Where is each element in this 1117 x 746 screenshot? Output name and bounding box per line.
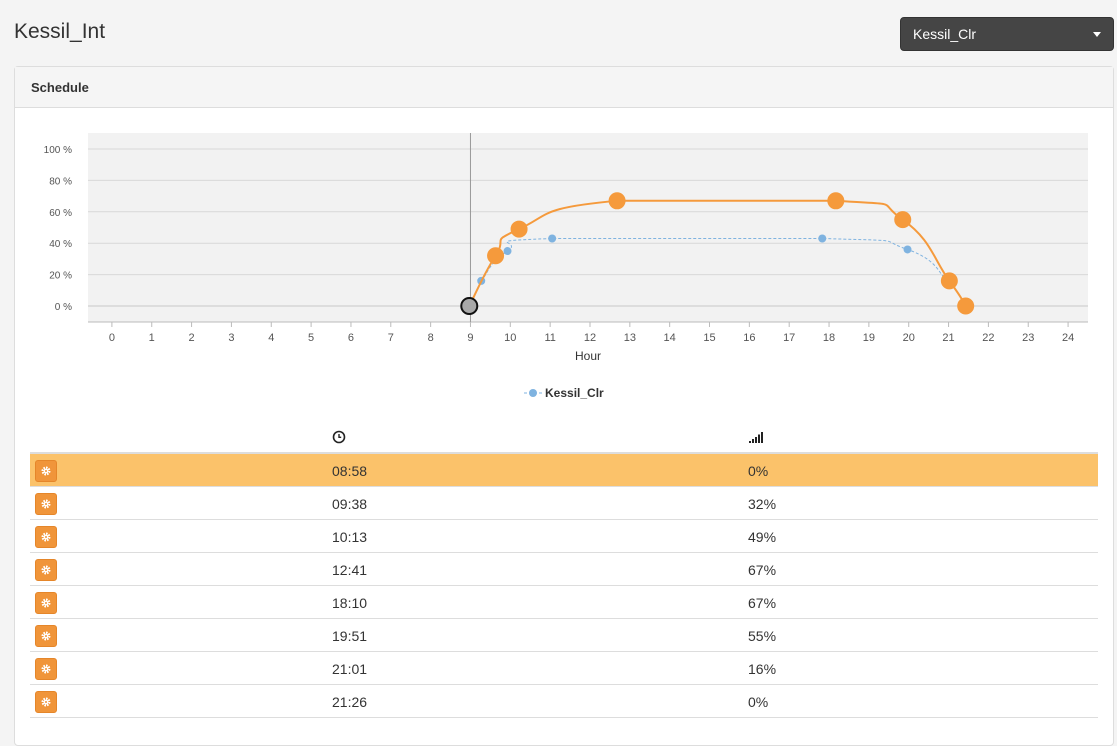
- row-time: 08:58: [332, 463, 368, 479]
- row-settings-button[interactable]: [35, 493, 57, 515]
- row-level: 0%: [748, 463, 769, 479]
- schedule-point[interactable]: [487, 247, 505, 265]
- x-tick-label: 20: [903, 332, 915, 344]
- schedule-point[interactable]: [940, 272, 958, 290]
- x-tick-label: 22: [982, 332, 994, 344]
- row-time: 09:38: [332, 496, 368, 512]
- y-tick-label: 40 %: [49, 239, 72, 250]
- row-time: 21:26: [332, 694, 368, 710]
- table-row[interactable]: 10:13 49%: [30, 520, 1098, 553]
- table-row[interactable]: 21:26 0%: [30, 685, 1098, 718]
- x-tick-label: 0: [109, 332, 115, 344]
- x-tick-label: 8: [428, 332, 434, 344]
- x-tick-label: 2: [189, 332, 195, 344]
- row-level: 16%: [748, 661, 777, 677]
- x-tick-label: 5: [308, 332, 314, 344]
- schedule-table: 08:58 0% 09:38 32% 10:13 49% 12:41 67% 18:10 67% 1…: [30, 420, 1098, 718]
- legend-marker: [529, 389, 537, 397]
- x-tick-label: 16: [743, 332, 755, 344]
- y-tick-label: 0 %: [55, 302, 72, 313]
- table-header: [30, 420, 1098, 454]
- x-tick-label: 15: [703, 332, 715, 344]
- x-tick-label: 19: [863, 332, 875, 344]
- y-tick-label: 60 %: [49, 208, 72, 219]
- gear-icon: [40, 597, 52, 609]
- x-tick-label: 13: [624, 332, 636, 344]
- x-tick-label: 18: [823, 332, 835, 344]
- schedule-point[interactable]: [510, 220, 528, 238]
- gear-icon: [40, 531, 52, 543]
- table-row[interactable]: 21:01 16%: [30, 652, 1098, 685]
- x-tick-label: 3: [228, 332, 234, 344]
- x-tick-label: 4: [268, 332, 274, 344]
- row-time: 19:51: [332, 628, 368, 644]
- x-tick-label: 23: [1022, 332, 1034, 344]
- row-settings-button[interactable]: [35, 460, 57, 482]
- clock-icon: [332, 430, 346, 444]
- data-point-kessil-clr: [818, 234, 827, 243]
- row-time: 10:13: [332, 529, 368, 545]
- schedule-point[interactable]: [827, 192, 845, 210]
- table-row[interactable]: 18:10 67%: [30, 586, 1098, 619]
- x-tick-label: 1: [149, 332, 155, 344]
- gear-icon: [40, 696, 52, 708]
- y-tick-label: 80 %: [49, 176, 72, 187]
- x-tick-label: 7: [388, 332, 394, 344]
- schedule-point[interactable]: [957, 297, 975, 315]
- row-time: 12:41: [332, 562, 368, 578]
- y-tick-label: 20 %: [49, 271, 72, 282]
- row-settings-button[interactable]: [35, 559, 57, 581]
- data-point-kessil-clr: [548, 234, 557, 243]
- row-time: 18:10: [332, 595, 368, 611]
- table-body: 08:58 0% 09:38 32% 10:13 49% 12:41 67% 18:10 67% 1…: [30, 454, 1098, 718]
- gear-icon: [40, 564, 52, 576]
- data-point-kessil-clr: [503, 247, 512, 256]
- row-level: 49%: [748, 529, 777, 545]
- row-settings-button[interactable]: [35, 592, 57, 614]
- x-tick-label: 10: [504, 332, 516, 344]
- row-time: 21:01: [332, 661, 368, 677]
- table-row[interactable]: 08:58 0%: [30, 454, 1098, 487]
- y-axis-ticks: 0 % 20 % 40 % 60 % 80 % 100 %: [44, 145, 72, 313]
- gear-icon: [40, 663, 52, 675]
- signal-bars-icon: [749, 432, 763, 443]
- x-tick-label: 11: [544, 332, 555, 344]
- row-level: 55%: [748, 628, 777, 644]
- x-tick-label: 24: [1062, 332, 1074, 344]
- plot-background: [88, 133, 1088, 322]
- row-settings-button[interactable]: [35, 658, 57, 680]
- x-tick-label: 14: [664, 332, 676, 344]
- gear-icon: [40, 630, 52, 642]
- gear-icon: [40, 498, 52, 510]
- schedule-point-selected[interactable]: [460, 297, 479, 315]
- row-level: 0%: [748, 694, 769, 710]
- row-settings-button[interactable]: [35, 526, 57, 548]
- row-settings-button[interactable]: [35, 691, 57, 713]
- data-point-kessil-clr: [903, 245, 912, 254]
- table-row[interactable]: 12:41 67%: [30, 553, 1098, 586]
- table-row[interactable]: 19:51 55%: [30, 619, 1098, 652]
- row-level: 67%: [748, 595, 777, 611]
- legend-label: Kessil_Clr: [545, 386, 604, 400]
- row-level: 32%: [748, 496, 777, 512]
- y-tick-label: 100 %: [44, 145, 72, 156]
- table-row[interactable]: 09:38 32%: [30, 487, 1098, 520]
- gear-icon: [40, 465, 52, 477]
- schedule-point[interactable]: [608, 192, 626, 210]
- row-settings-button[interactable]: [35, 625, 57, 647]
- legend[interactable]: Kessil_Clr: [524, 386, 604, 400]
- x-tick-label: 6: [348, 332, 354, 344]
- row-level: 67%: [748, 562, 777, 578]
- x-tick-label: 17: [783, 332, 795, 344]
- x-tick-label: 9: [467, 332, 473, 344]
- x-axis-ticks: 0 1 2 3 4 5 6 7 8 9 10 11 12 13 14 15 16 17 18 19 20 21 22 23 24: [88, 321, 1088, 344]
- x-axis-label: Hour: [575, 349, 601, 363]
- schedule-chart: 0 %20 %40 %60 %80 %100 % 0 1 2 3 4 5 6 7 8 9 10 11 1…: [44, 133, 1088, 400]
- x-tick-label: 12: [584, 332, 596, 344]
- x-tick-label: 21: [942, 332, 954, 344]
- schedule-point[interactable]: [894, 211, 912, 229]
